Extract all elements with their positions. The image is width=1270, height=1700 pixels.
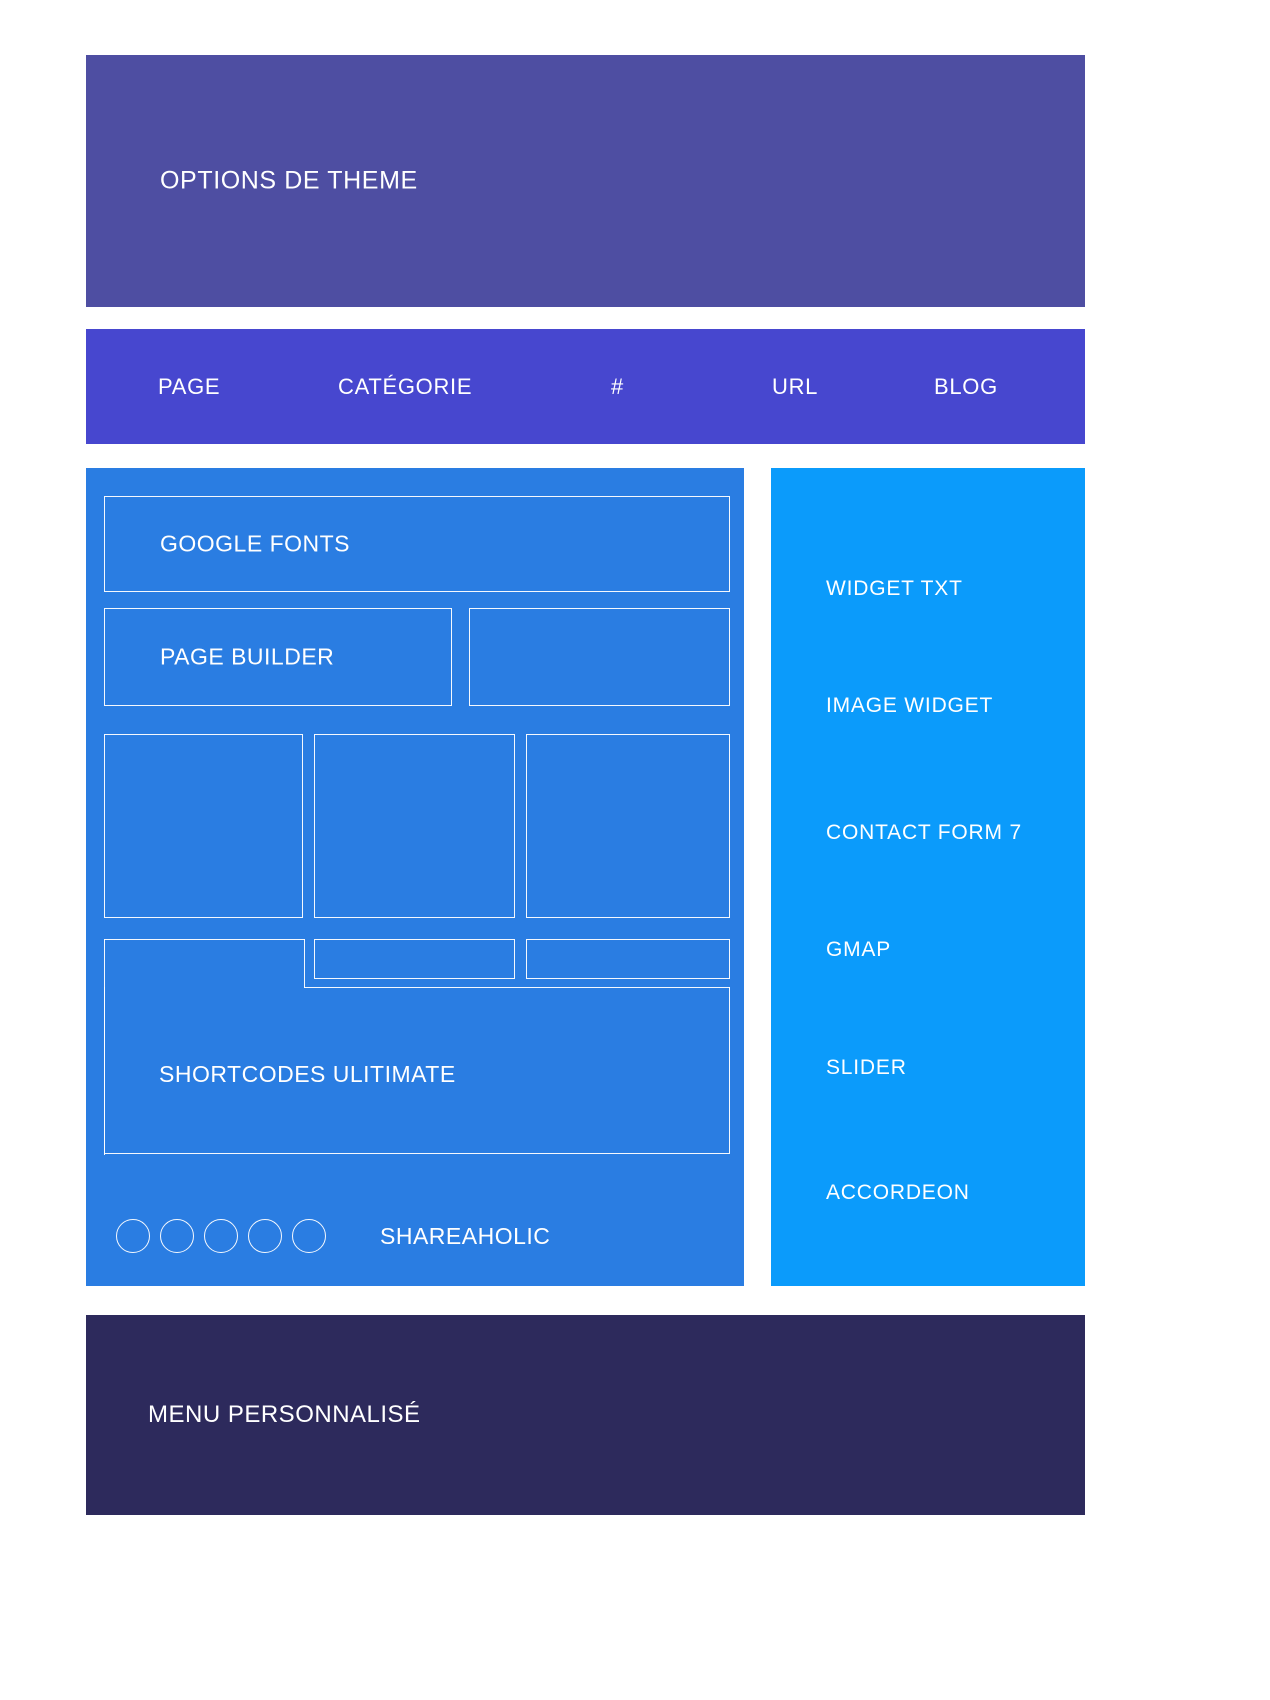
page-root: OPTIONS DE THEME PAGE CATÉGORIE # URL BL… xyxy=(0,0,1270,1700)
shareaholic-label: SHAREAHOLIC xyxy=(380,1222,551,1249)
nav-item-page[interactable]: PAGE xyxy=(158,372,220,402)
box-shortcodes-ultimate-label: SHORTCODES ULITIMATE xyxy=(159,1061,456,1087)
nav-items-container: PAGE CATÉGORIE # URL BLOG xyxy=(86,372,1085,402)
sidebar-item-widget-txt[interactable]: WIDGET TXT xyxy=(826,577,963,601)
shortcodes-edge-horizontal xyxy=(304,987,730,988)
sidebar-item-image-widget[interactable]: IMAGE WIDGET xyxy=(826,694,993,718)
widget-sidebar: WIDGET TXT IMAGE WIDGET CONTACT FORM 7 G… xyxy=(771,468,1085,1286)
shortcodes-edge-top xyxy=(104,939,305,940)
box-row3-c[interactable] xyxy=(526,734,730,918)
box-google-fonts[interactable]: GOOGLE FONTS xyxy=(104,496,730,592)
content-panel: GOOGLE FONTS PAGE BUILDER SHORTCODES ULI… xyxy=(86,468,744,1286)
box-row3-a[interactable] xyxy=(104,734,303,918)
shortcodes-edge-vertical xyxy=(304,939,305,988)
box-row4-b[interactable] xyxy=(314,939,515,979)
box-row3-b[interactable] xyxy=(314,734,515,918)
box-row2-blank[interactable] xyxy=(469,608,730,706)
sidebar-item-contact-form-7[interactable]: CONTACT FORM 7 xyxy=(826,821,1022,845)
nav-item-blog[interactable]: BLOG xyxy=(934,372,998,402)
share-circle-icon[interactable] xyxy=(160,1219,194,1253)
footer-title: MENU PERSONNALISÉ xyxy=(148,1401,421,1428)
nav-item-categorie[interactable]: CATÉGORIE xyxy=(338,372,472,402)
shortcodes-edge-left xyxy=(104,939,105,1155)
nav-item-url[interactable]: URL xyxy=(772,372,818,402)
box-google-fonts-label: GOOGLE FONTS xyxy=(160,530,351,557)
custom-menu-footer: MENU PERSONNALISÉ xyxy=(86,1315,1085,1515)
share-circle-icon[interactable] xyxy=(292,1219,326,1253)
share-circle-icon[interactable] xyxy=(204,1219,238,1253)
primary-nav-bar: PAGE CATÉGORIE # URL BLOG xyxy=(86,329,1085,444)
theme-options-header: OPTIONS DE THEME xyxy=(86,55,1085,307)
nav-item-hash[interactable]: # xyxy=(611,372,624,402)
box-page-builder-label: PAGE BUILDER xyxy=(160,643,335,670)
share-circle-icon[interactable] xyxy=(248,1219,282,1253)
share-circle-icon[interactable] xyxy=(116,1219,150,1253)
box-page-builder[interactable]: PAGE BUILDER xyxy=(104,608,452,706)
sidebar-item-gmap[interactable]: GMAP xyxy=(826,938,891,962)
shareaholic-row: SHAREAHOLIC xyxy=(116,1216,550,1256)
box-row4-c[interactable] xyxy=(526,939,730,979)
sidebar-item-accordeon[interactable]: ACCORDEON xyxy=(826,1181,970,1205)
page-title: OPTIONS DE THEME xyxy=(160,166,418,195)
sidebar-item-slider[interactable]: SLIDER xyxy=(826,1056,907,1080)
